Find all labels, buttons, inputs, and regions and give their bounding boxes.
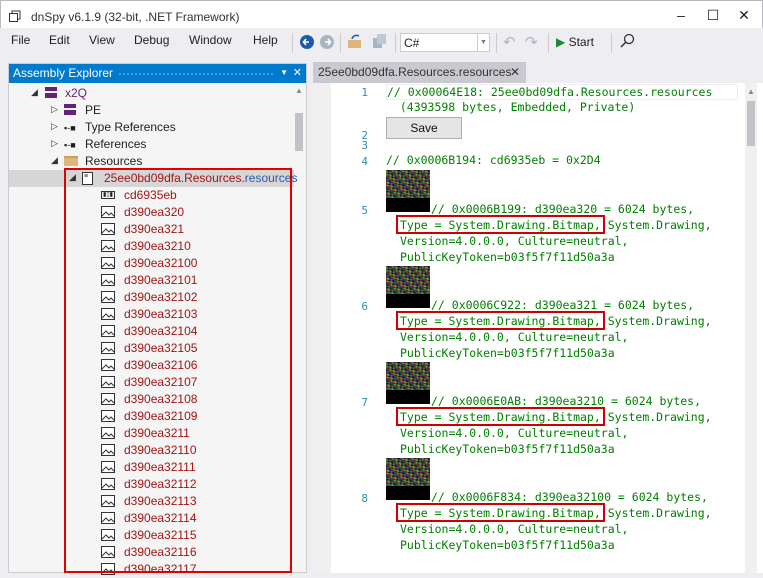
code-line: // 0x0006B199: d390ea320 = 6024 bytes, xyxy=(431,202,695,216)
node-label: Resources xyxy=(85,154,143,168)
code-line: // 0x0006C922: d390ea321 = 6024 bytes, xyxy=(431,298,695,312)
back-icon[interactable] xyxy=(299,34,315,50)
bitmap-preview xyxy=(386,266,430,308)
redo-icon[interactable]: ↷ xyxy=(525,33,538,51)
type-text: Type = System.Drawing.Bitmap, xyxy=(400,410,601,424)
search-icon[interactable] xyxy=(619,33,635,49)
pe-icon xyxy=(64,104,76,115)
assembly-text: System.Drawing, xyxy=(600,506,712,520)
code-line: (4393598 bytes, Embedded, Private) xyxy=(386,100,636,114)
tab-resources[interactable]: 25ee0bd09dfa.Resources.resources ✕ xyxy=(313,62,526,83)
line-number: 8 xyxy=(361,492,368,505)
chevron-down-icon[interactable]: ▼ xyxy=(477,34,489,51)
app-icon xyxy=(9,10,21,22)
code-line: PublicKeyToken=b03f5f7f11d50a3a xyxy=(400,346,615,360)
menu-help[interactable]: Help xyxy=(251,33,280,47)
menu-debug[interactable]: Debug xyxy=(132,33,171,47)
close-button[interactable]: ✕ xyxy=(729,7,759,27)
panel-header: Assembly Explorer ▼ ✕ xyxy=(9,64,306,83)
code-line: Version=4.0.0.0, Culture=neutral, xyxy=(400,234,629,248)
line-number: 1 xyxy=(361,86,368,99)
bitmap-preview xyxy=(386,362,430,404)
window-title: dnSpy v6.1.9 (32-bit, .NET Framework) xyxy=(31,10,240,24)
close-tab-icon[interactable]: ✕ xyxy=(510,65,520,79)
start-label: Start xyxy=(568,35,594,49)
scroll-up-icon[interactable]: ▲ xyxy=(747,87,755,96)
save-all-icon[interactable] xyxy=(371,33,387,49)
scroll-thumb[interactable] xyxy=(295,113,303,151)
type-text: Type = System.Drawing.Bitmap, xyxy=(400,218,601,232)
code-line: Version=4.0.0.0, Culture=neutral, xyxy=(400,426,629,440)
code-line: // 0x0006F834: d390ea32100 = 6024 bytes, xyxy=(431,490,708,504)
references-icon: ▪-■ xyxy=(64,140,76,150)
save-button[interactable]: Save xyxy=(386,117,462,139)
play-icon: ▶ xyxy=(556,35,566,49)
node-label: Type References xyxy=(85,120,176,134)
node-label: References xyxy=(85,137,147,151)
folder-icon xyxy=(64,156,78,166)
tree-node-x2Q[interactable]: ◢ x2Q xyxy=(9,85,294,102)
editor-scrollbar[interactable]: ▲ xyxy=(745,83,757,573)
menu-edit[interactable]: Edit xyxy=(47,33,72,47)
open-icon[interactable] xyxy=(347,33,363,49)
type-text: Type = System.Drawing.Bitmap, xyxy=(400,506,601,520)
code-line: PublicKeyToken=b03f5f7f11d50a3a xyxy=(400,538,615,552)
scroll-thumb[interactable] xyxy=(747,101,755,146)
line-number: 5 xyxy=(361,204,368,217)
menu-view[interactable]: View xyxy=(87,33,117,47)
code-line: PublicKeyToken=b03f5f7f11d50a3a xyxy=(400,250,615,264)
assembly-text: System.Drawing, xyxy=(600,314,712,328)
forward-icon[interactable] xyxy=(319,34,335,50)
code-line: // 0x0006B194: cd6935eb = 0x2D4 xyxy=(386,153,601,167)
panel-title: Assembly Explorer xyxy=(13,66,114,80)
language-select[interactable]: C# ▼ xyxy=(400,33,490,52)
type-text: Type = System.Drawing.Bitmap, xyxy=(400,314,601,328)
node-label: x2Q xyxy=(65,86,88,100)
menu-file[interactable]: File xyxy=(9,33,32,47)
references-icon: ▪-■ xyxy=(64,123,76,133)
dropdown-icon[interactable]: ▼ xyxy=(280,68,288,77)
bitmap-preview xyxy=(386,458,430,500)
node-label: PE xyxy=(85,103,102,117)
line-number: 3 xyxy=(361,139,368,152)
code-line: Version=4.0.0.0, Culture=neutral, xyxy=(400,330,629,344)
tree-node-pe[interactable]: ▷ PE xyxy=(9,102,294,119)
bitmap-preview xyxy=(386,170,430,212)
menu-window[interactable]: Window xyxy=(187,33,234,47)
tab-label: 25ee0bd09dfa.Resources.resources xyxy=(318,65,512,79)
tree-scrollbar[interactable]: ▲ xyxy=(292,83,306,573)
assembly-text: System.Drawing, xyxy=(600,218,712,232)
tree-node-references[interactable]: ▷ ▪-■ References xyxy=(9,136,294,153)
line-number: 4 xyxy=(361,155,368,168)
code-editor[interactable]: 1 // 0x00064E18: 25ee0bd09dfa.Resources.… xyxy=(313,83,763,573)
tree-node-type-references[interactable]: ▷ ▪-■ Type References xyxy=(9,119,294,136)
code-line: // 0x00064E18: 25ee0bd09dfa.Resources.re… xyxy=(386,84,738,100)
module-icon xyxy=(45,87,57,98)
code-line: Version=4.0.0.0, Culture=neutral, xyxy=(400,522,629,536)
maximize-button[interactable]: ☐ xyxy=(698,7,728,27)
undo-icon[interactable]: ↶ xyxy=(503,33,516,51)
scroll-up-icon[interactable]: ▲ xyxy=(295,86,303,95)
assembly-text: System.Drawing, xyxy=(600,410,712,424)
language-value: C# xyxy=(404,36,420,50)
code-line: // 0x0006E0AB: d390ea3210 = 6024 bytes, xyxy=(431,394,702,408)
minimize-button[interactable]: – xyxy=(666,7,696,27)
close-panel-icon[interactable]: ✕ xyxy=(293,66,302,79)
line-number: 7 xyxy=(361,396,368,409)
start-button[interactable]: ▶ Start xyxy=(556,35,594,49)
code-line: PublicKeyToken=b03f5f7f11d50a3a xyxy=(400,442,615,456)
line-number: 6 xyxy=(361,300,368,313)
highlight-box xyxy=(64,168,292,573)
